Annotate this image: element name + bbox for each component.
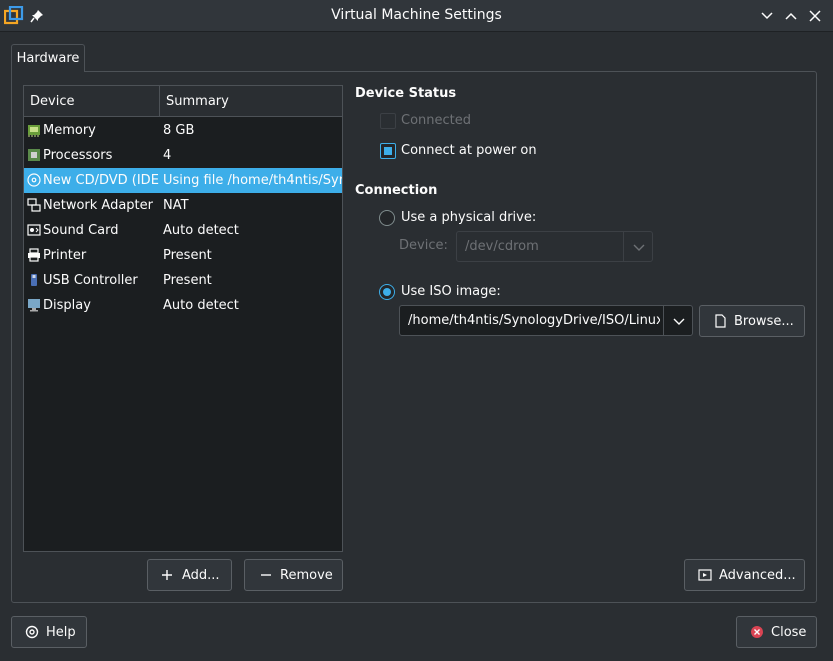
device-row-processors[interactable]: Processors 4 [24,143,342,168]
device-row-sound-card[interactable]: Sound Card Auto detect [24,218,342,243]
use-physical-drive-label[interactable]: Use a physical drive: [401,210,536,225]
device-summary: Using file /home/th4ntis/SynologyDrive/I… [163,173,343,188]
chevron-down-icon [633,244,645,251]
device-summary: 4 [163,148,172,163]
help-button[interactable]: Help [11,616,87,648]
advanced-button-label: Advanced... [719,568,796,583]
iso-path-combobox[interactable]: /home/th4ntis/SynologyDrive/ISO/Linux [399,305,693,336]
device-name: New CD/DVD (IDE) [43,173,160,188]
tab-hardware[interactable]: Hardware [11,44,85,72]
help-button-label: Help [46,625,76,640]
column-header-device[interactable]: Device [24,86,160,117]
use-iso-image-label[interactable]: Use ISO image: [401,284,501,299]
device-summary: Auto detect [163,223,239,238]
connect-at-power-on-label[interactable]: Connect at power on [401,143,537,158]
title-bar: Virtual Machine Settings [0,0,833,32]
add-button[interactable]: Add... [147,559,232,591]
minimize-button[interactable] [759,8,775,24]
browse-button-label: Browse... [734,314,794,329]
column-header-summary[interactable]: Summary [160,86,342,117]
connected-label: Connected [401,113,472,128]
device-name: Display [43,298,91,313]
device-name: USB Controller [43,273,138,288]
remove-button[interactable]: Remove [244,559,343,591]
sound-card-icon [27,224,41,236]
remove-button-label: Remove [280,568,333,583]
add-button-label: Add... [182,568,220,583]
device-summary: 8 GB [163,123,195,138]
physical-device-dropdown-arrow[interactable] [623,232,653,261]
plus-icon [162,570,172,580]
device-summary: Present [163,273,212,288]
network-adapter-icon [27,198,41,212]
settings-panel-icon [698,569,712,581]
cd-dvd-icon [27,173,41,187]
iso-path-value[interactable]: /home/th4ntis/SynologyDrive/ISO/Linux [408,306,660,335]
device-name: Processors [43,148,113,163]
device-summary: Auto detect [163,298,239,313]
connected-checkbox[interactable] [380,113,396,129]
device-row-usb-controller[interactable]: USB Controller Present [24,268,342,293]
device-row-cd-dvd[interactable]: New CD/DVD (IDE) Using file /home/th4nti… [24,168,343,193]
advanced-button[interactable]: Advanced... [684,559,805,591]
device-list[interactable]: Device Summary Memory 8 GB Processors 4 … [23,85,343,552]
iso-path-dropdown-arrow[interactable] [663,306,693,335]
device-row-network-adapter[interactable]: Network Adapter NAT [24,193,342,218]
usb-icon [31,274,37,286]
minus-icon [261,574,271,576]
use-iso-image-radio[interactable] [379,284,395,300]
display-icon [28,299,40,312]
close-button[interactable]: Close [736,616,817,648]
file-icon [715,314,726,328]
physical-device-value: /dev/cdrom [465,239,539,254]
physical-device-select[interactable]: /dev/cdrom [456,231,653,262]
chevron-down-icon [673,318,685,325]
device-status-heading: Device Status [355,86,457,101]
browse-button[interactable]: Browse... [699,305,805,337]
use-physical-drive-radio[interactable] [379,210,395,226]
processor-icon [28,149,40,161]
device-summary: Present [163,248,212,263]
maximize-button[interactable] [783,8,799,24]
device-row-memory[interactable]: Memory 8 GB [24,118,342,143]
window-title: Virtual Machine Settings [331,7,502,23]
connect-at-power-on-checkbox[interactable] [380,143,396,159]
close-icon [751,626,763,638]
device-name: Network Adapter [43,198,153,213]
device-name: Printer [43,248,87,263]
window-close-button[interactable] [807,8,823,24]
device-row-display[interactable]: Display Auto detect [24,293,342,318]
help-icon [25,625,39,639]
device-label: Device: [399,238,448,253]
device-name: Sound Card [43,223,119,238]
connection-heading: Connection [355,183,438,198]
device-row-printer[interactable]: Printer Present [24,243,342,268]
device-summary: NAT [163,198,189,213]
device-list-header: Device Summary [24,86,342,117]
device-name: Memory [43,123,96,138]
close-button-label: Close [771,625,807,640]
memory-icon [28,125,40,137]
printer-icon [28,248,40,262]
